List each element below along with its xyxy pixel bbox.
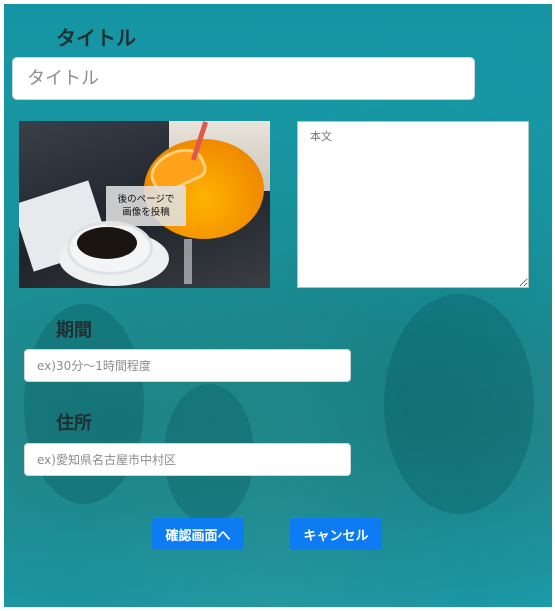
photo-coffee [77, 227, 137, 259]
title-label: タイトル [56, 26, 136, 50]
background-tree [384, 294, 534, 514]
confirm-button[interactable]: 確認画面へ [152, 518, 244, 550]
title-input[interactable] [12, 57, 475, 100]
address-label: 住所 [56, 413, 92, 434]
body-textarea[interactable] [297, 121, 529, 288]
image-hint-line2: 画像を投稿 [122, 207, 170, 218]
image-hint-line1: 後のページで [117, 194, 175, 205]
image-upload-hint: 後のページで 画像を投稿 [106, 186, 186, 226]
photo-glass-stem [184, 239, 192, 284]
period-label: 期間 [56, 320, 92, 341]
cancel-button[interactable]: キャンセル [290, 518, 382, 550]
period-input[interactable] [24, 349, 351, 382]
address-input[interactable] [24, 443, 351, 476]
